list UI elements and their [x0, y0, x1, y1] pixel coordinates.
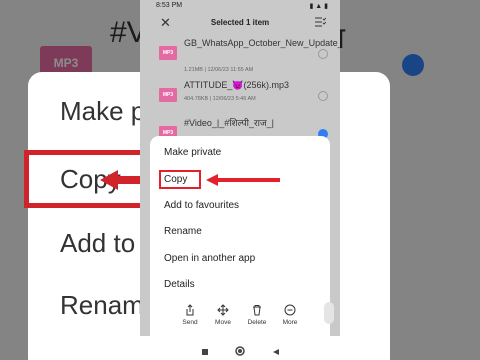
status-icons: ▮ ▲ ▮ — [309, 3, 328, 10]
phone-screen: 8:53 PM ▮ ▲ ▮ ✕ Selected 1 item MP3 GB_W… — [140, 0, 340, 360]
status-bar: 8:53 PM ▮ ▲ ▮ — [140, 0, 340, 12]
delete-button[interactable]: Delete — [240, 304, 274, 326]
file-meta: 404.78KB | 12/06/23 5:46 AM — [184, 96, 256, 102]
selection-toolbar: ✕ Selected 1 item — [140, 12, 340, 34]
context-menu-sheet: Make private Copy Add to favourites Rena… — [150, 136, 334, 336]
file-meta: 1.21MB | 12/06/23 11:55 AM — [184, 67, 254, 73]
move-button[interactable]: Move — [206, 304, 240, 326]
move-icon — [217, 304, 229, 316]
move-label: Move — [215, 319, 231, 326]
select-all-icon[interactable] — [314, 16, 326, 28]
background-left-zoom: #V MP3 Make p Copy Add to Renam — [0, 0, 140, 360]
background-menu-item: Make p — [60, 96, 140, 126]
file-name: GB_WhatsApp_October_New_Update_v27_| — [184, 38, 340, 48]
back-icon[interactable] — [272, 343, 280, 360]
copy-highlight-box — [159, 170, 201, 189]
file-name: #Video_|_#शिल्पी_राज_| — [184, 118, 275, 128]
menu-item-rename[interactable]: Rename — [164, 226, 202, 237]
file-select-radio[interactable] — [318, 49, 328, 59]
background-menu-item: Renam — [60, 290, 140, 320]
home-icon[interactable] — [235, 343, 245, 360]
screen: #V MP3 Make p Copy Add to Renam ता 8:53 … — [0, 0, 480, 360]
more-icon — [284, 304, 296, 316]
navigation-bar — [140, 336, 340, 360]
more-label: More — [282, 319, 298, 326]
background-sheet — [340, 72, 390, 360]
menu-item-add-to-favourites[interactable]: Add to favourites — [164, 200, 239, 211]
send-button[interactable]: Send — [173, 304, 207, 326]
background-menu-item: Add to — [60, 228, 136, 258]
scroll-handle[interactable] — [324, 302, 334, 324]
recents-icon[interactable] — [201, 343, 209, 360]
selection-title: Selected 1 item — [210, 18, 270, 27]
file-select-radio[interactable] — [318, 91, 328, 101]
mp3-file-icon: MP3 — [159, 88, 177, 102]
menu-item-open-in-another-app[interactable]: Open in another app — [164, 253, 255, 264]
background-right-zoom: ता — [340, 0, 480, 360]
delete-label: Delete — [247, 319, 267, 326]
share-icon — [186, 304, 194, 316]
file-row[interactable]: MP3 ATTITUDE_😈(256k).mp3 404.78KB | 12/0… — [140, 76, 340, 114]
trash-icon — [253, 305, 261, 316]
menu-item-make-private[interactable]: Make private — [164, 147, 221, 158]
menu-item-details[interactable]: Details — [164, 279, 195, 290]
status-time: 8:53 PM — [156, 2, 183, 9]
file-name: ATTITUDE_😈(256k).mp3 — [184, 80, 290, 90]
more-button[interactable]: More — [273, 304, 307, 326]
mp3-file-icon: MP3 — [159, 46, 177, 60]
file-row[interactable]: MP3 GB_WhatsApp_October_New_Update_v27_|… — [140, 34, 340, 73]
send-label: Send — [182, 319, 198, 326]
